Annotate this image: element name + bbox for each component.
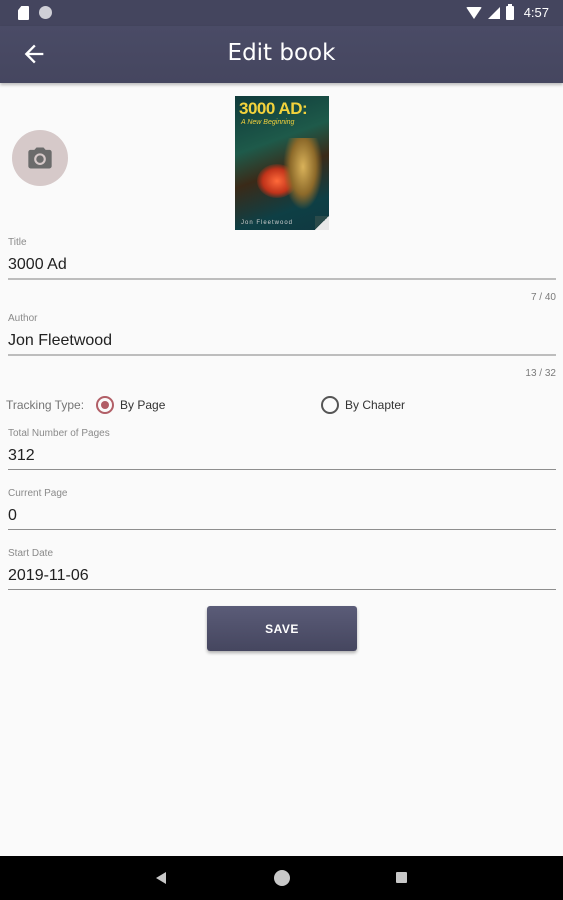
total-pages-input[interactable]: 312 bbox=[8, 447, 556, 465]
current-page-label: Current Page bbox=[8, 488, 68, 499]
notification-dot-icon bbox=[39, 6, 52, 19]
start-date-label: Start Date bbox=[8, 548, 54, 559]
camera-button[interactable] bbox=[12, 130, 68, 186]
title-input[interactable]: 3000 Ad bbox=[8, 256, 556, 274]
radio-unchecked-icon bbox=[321, 396, 339, 414]
author-char-counter: 13 / 32 bbox=[525, 368, 556, 379]
system-nav-bar bbox=[0, 856, 563, 900]
signal-icon bbox=[487, 6, 500, 19]
radio-by-page-label: By Page bbox=[120, 398, 166, 412]
save-button[interactable]: SAVE bbox=[207, 606, 357, 651]
total-pages-underline bbox=[8, 469, 556, 470]
page-curl bbox=[315, 216, 329, 230]
radio-by-chapter[interactable]: By Chapter bbox=[321, 396, 405, 414]
radio-checked-icon bbox=[96, 396, 114, 414]
book-cover-image[interactable]: 3000 AD: A New Beginning Jon Fleetwood bbox=[235, 96, 329, 230]
sd-card-icon bbox=[18, 6, 29, 20]
nav-recents-icon[interactable] bbox=[396, 872, 407, 883]
cover-title: 3000 AD: bbox=[239, 99, 308, 118]
status-bar: 4:57 bbox=[0, 0, 563, 26]
current-page-input[interactable]: 0 bbox=[8, 507, 556, 525]
battery-icon bbox=[505, 3, 514, 20]
author-field[interactable]: Author Jon Fleetwood bbox=[8, 313, 556, 356]
current-page-underline bbox=[8, 529, 556, 530]
author-input[interactable]: Jon Fleetwood bbox=[8, 332, 556, 350]
start-date-field[interactable]: Start Date 2019-11-06 bbox=[8, 548, 556, 590]
author-underline bbox=[8, 354, 556, 356]
tracking-type-label: Tracking Type: bbox=[6, 398, 85, 412]
cover-author: Jon Fleetwood bbox=[241, 220, 294, 226]
title-field[interactable]: Title 3000 Ad bbox=[8, 237, 556, 280]
clock: 4:57 bbox=[523, 5, 549, 20]
radio-by-page[interactable]: By Page bbox=[96, 396, 165, 414]
start-date-input[interactable]: 2019-11-06 bbox=[8, 567, 556, 585]
author-label: Author bbox=[8, 313, 38, 324]
page-title: Edit book bbox=[227, 40, 336, 66]
title-underline bbox=[8, 278, 556, 280]
title-char-counter: 7 / 40 bbox=[530, 292, 556, 303]
title-label: Title bbox=[8, 237, 27, 248]
nav-home-icon[interactable] bbox=[274, 870, 290, 886]
camera-icon bbox=[28, 147, 52, 169]
current-page-field[interactable]: Current Page 0 bbox=[8, 488, 556, 530]
radio-by-chapter-label: By Chapter bbox=[345, 398, 406, 412]
cover-art-figure bbox=[283, 138, 323, 210]
start-date-underline bbox=[8, 589, 556, 590]
wifi-icon bbox=[465, 6, 482, 19]
total-pages-label: Total Number of Pages bbox=[8, 428, 110, 439]
nav-back-icon[interactable] bbox=[156, 872, 166, 884]
cover-subtitle: A New Beginning bbox=[241, 119, 295, 126]
app-bar: Edit book bbox=[0, 26, 563, 83]
total-pages-field[interactable]: Total Number of Pages 312 bbox=[8, 428, 556, 470]
